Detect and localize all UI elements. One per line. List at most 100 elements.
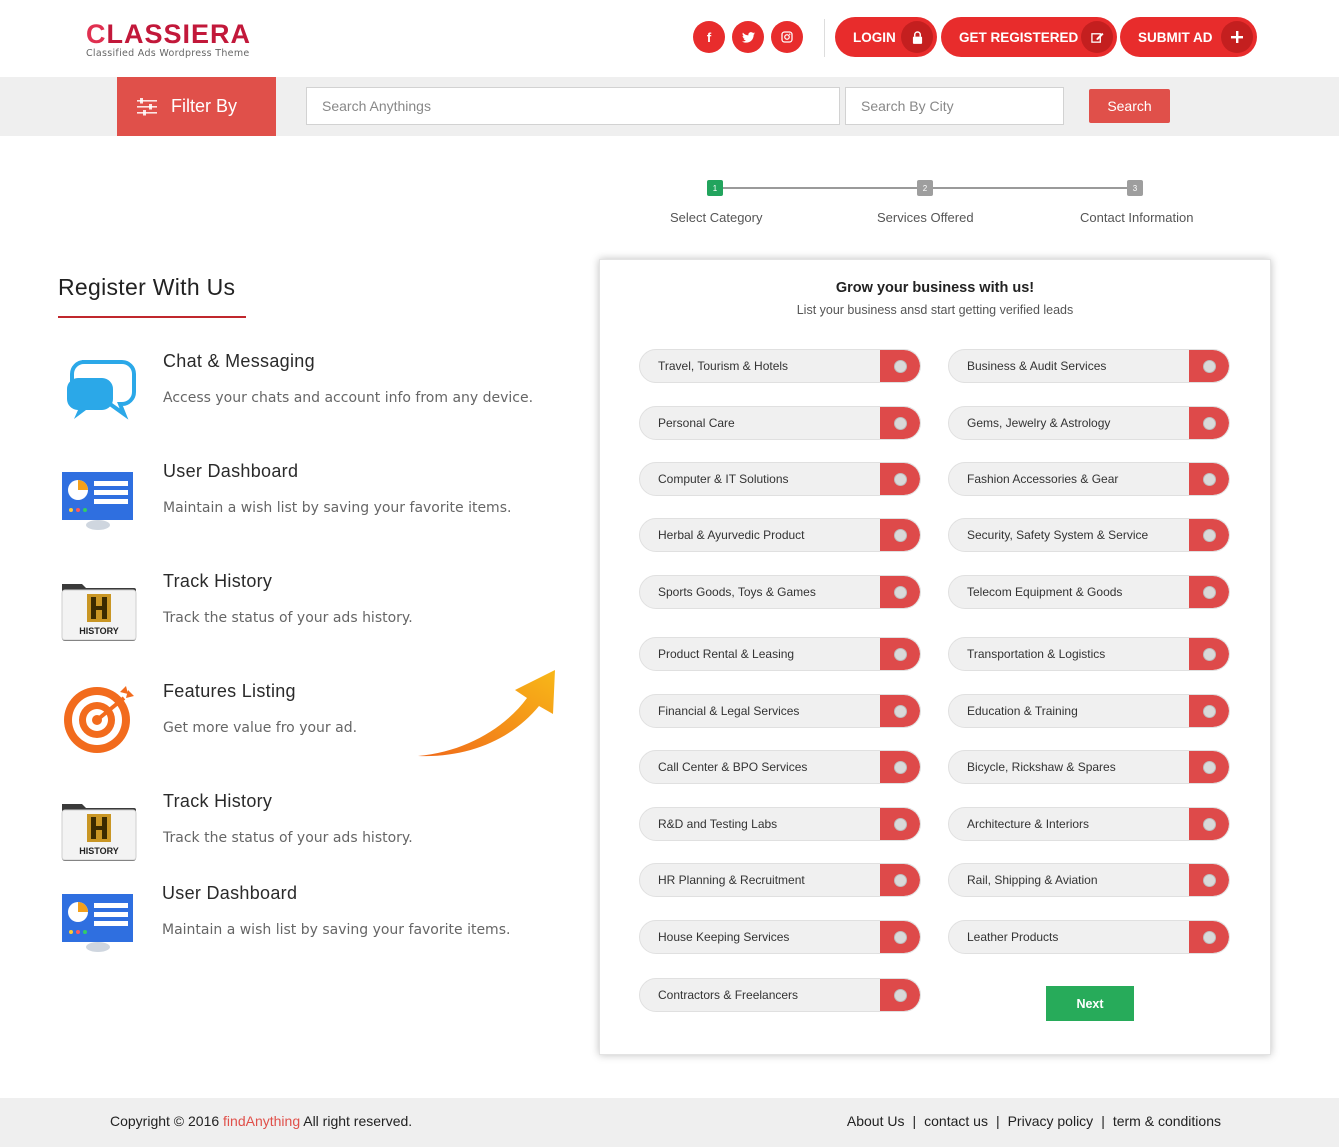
step-1-marker[interactable]: 1 (707, 180, 723, 196)
category-toggle[interactable]: Fashion Accessories & Gear (948, 462, 1230, 496)
link-separator: | (1101, 1113, 1105, 1129)
title-underline (58, 316, 246, 318)
site-logo[interactable]: CLASSIERA Classified Ads Wordpress Theme (86, 20, 251, 59)
category-toggle[interactable]: Financial & Legal Services (639, 694, 921, 728)
site-footer: Copyright © 2016 findAnything All right … (0, 1098, 1339, 1147)
category-toggle[interactable]: Business & Audit Services (948, 349, 1230, 383)
toggle-switch[interactable] (1189, 576, 1229, 608)
terms-link[interactable]: term & conditions (1113, 1113, 1221, 1129)
feature-title: Features Listing (163, 681, 296, 701)
about-us-link[interactable]: About Us (847, 1113, 905, 1129)
history-folder-icon: HISTORY (61, 584, 137, 641)
toggle-switch[interactable] (880, 463, 920, 495)
feature-desc: Maintain a wish list by saving your favo… (163, 500, 512, 516)
toggle-switch[interactable] (1189, 638, 1229, 670)
toggle-switch[interactable] (1189, 921, 1229, 953)
dashboard-icon (62, 894, 133, 952)
contact-us-link[interactable]: contact us (924, 1113, 988, 1129)
copyright-prefix: Copyright © 2016 (110, 1113, 220, 1129)
category-toggle[interactable]: Gems, Jewelry & Astrology (948, 406, 1230, 440)
category-toggle[interactable]: Architecture & Interiors (948, 807, 1230, 841)
category-toggle[interactable]: Rail, Shipping & Aviation (948, 863, 1230, 897)
history-folder-icon: HISTORY (61, 804, 137, 861)
header-divider (824, 19, 825, 57)
category-toggle[interactable]: Security, Safety System & Service (948, 518, 1230, 552)
privacy-policy-link[interactable]: Privacy policy (1008, 1113, 1094, 1129)
category-selection-card: Grow your business with us! List your bu… (599, 259, 1271, 1055)
feature-title: User Dashboard (163, 461, 299, 481)
facebook-icon[interactable]: f (693, 21, 725, 53)
step-1-label: Select Category (670, 210, 763, 225)
logo-first-letter: C (86, 19, 107, 49)
logo-rest: LASSIERA (106, 19, 252, 49)
target-icon (64, 686, 134, 753)
category-toggle[interactable]: Education & Training (948, 694, 1230, 728)
category-toggle[interactable]: Leather Products (948, 920, 1230, 954)
filter-by-button[interactable]: Filter By (117, 77, 276, 136)
category-toggle[interactable]: Bicycle, Rickshaw & Spares (948, 750, 1230, 784)
feature-title: User Dashboard (162, 883, 298, 903)
category-toggle[interactable]: Product Rental & Leasing (639, 637, 921, 671)
site-header: CLASSIERA Classified Ads Wordpress Theme… (0, 0, 1339, 77)
submit-ad-button[interactable]: SUBMIT AD (1120, 17, 1257, 57)
category-toggle[interactable]: R&D and Testing Labs (639, 807, 921, 841)
category-toggle[interactable]: Contractors & Freelancers (639, 978, 921, 1012)
instagram-icon[interactable] (771, 21, 803, 53)
category-toggle[interactable]: Sports Goods, Toys & Games (639, 575, 921, 609)
toggle-switch[interactable] (880, 638, 920, 670)
toggle-switch[interactable] (1189, 695, 1229, 727)
category-toggle[interactable]: Call Center & BPO Services (639, 750, 921, 784)
category-toggle[interactable]: Computer & IT Solutions (639, 462, 921, 496)
register-label: GET REGISTERED (959, 29, 1079, 45)
toggle-switch[interactable] (1189, 751, 1229, 783)
brand-link[interactable]: findAnything (223, 1113, 300, 1129)
toggle-switch[interactable] (880, 576, 920, 608)
category-toggle[interactable]: Telecom Equipment & Goods (948, 575, 1230, 609)
toggle-switch[interactable] (880, 979, 920, 1011)
toggle-switch[interactable] (880, 751, 920, 783)
search-button[interactable]: Search (1089, 89, 1170, 123)
toggle-switch[interactable] (880, 695, 920, 727)
category-toggle[interactable]: House Keeping Services (639, 920, 921, 954)
twitter-icon[interactable] (732, 21, 764, 53)
feature-title: Track History (163, 791, 273, 811)
toggle-switch[interactable] (1189, 407, 1229, 439)
category-toggle[interactable]: Personal Care (639, 406, 921, 440)
toggle-switch[interactable] (880, 350, 920, 382)
category-toggle[interactable]: Herbal & Ayurvedic Product (639, 518, 921, 552)
category-toggle[interactable]: Travel, Tourism & Hotels (639, 349, 921, 383)
search-placeholder: Search Anythings (322, 98, 431, 114)
feature-desc: Maintain a wish list by saving your favo… (162, 922, 511, 938)
card-title: Grow your business with us! (835, 280, 1035, 296)
toggle-switch[interactable] (1189, 350, 1229, 382)
plus-icon (1221, 21, 1253, 53)
category-toggle[interactable]: Transportation & Logistics (948, 637, 1230, 671)
next-button[interactable]: Next (1046, 986, 1134, 1021)
step-3-marker[interactable]: 3 (1127, 180, 1143, 196)
toggle-switch[interactable] (880, 921, 920, 953)
toggle-switch[interactable] (1189, 808, 1229, 840)
logo-tagline: Classified Ads Wordpress Theme (86, 48, 250, 59)
toggle-switch[interactable] (1189, 519, 1229, 551)
feature-desc: Access your chats and account info from … (163, 390, 534, 406)
toggle-switch[interactable] (880, 864, 920, 896)
toggle-switch[interactable] (880, 519, 920, 551)
toggle-switch[interactable] (1189, 463, 1229, 495)
city-placeholder: Search By City (861, 98, 954, 114)
category-toggle[interactable]: HR Planning & Recruitment (639, 863, 921, 897)
toggle-switch[interactable] (880, 808, 920, 840)
submit-ad-label: SUBMIT AD (1138, 29, 1213, 45)
curved-arrow-icon (418, 670, 555, 757)
city-input[interactable]: Search By City (845, 87, 1064, 125)
step-2-marker[interactable]: 2 (917, 180, 933, 196)
toggle-switch[interactable] (1189, 864, 1229, 896)
search-input[interactable]: Search Anythings (306, 87, 840, 125)
toggle-switch[interactable] (880, 407, 920, 439)
get-registered-button[interactable]: GET REGISTERED (941, 17, 1117, 57)
login-button[interactable]: LOGIN (835, 17, 937, 57)
feature-title: Chat & Messaging (163, 351, 315, 371)
step-3-label: Contact Information (1080, 210, 1194, 225)
lock-icon (901, 21, 933, 53)
svg-text:HISTORY: HISTORY (79, 626, 119, 636)
search-bar: Filter By Search Anythings Search By Cit… (0, 77, 1339, 136)
